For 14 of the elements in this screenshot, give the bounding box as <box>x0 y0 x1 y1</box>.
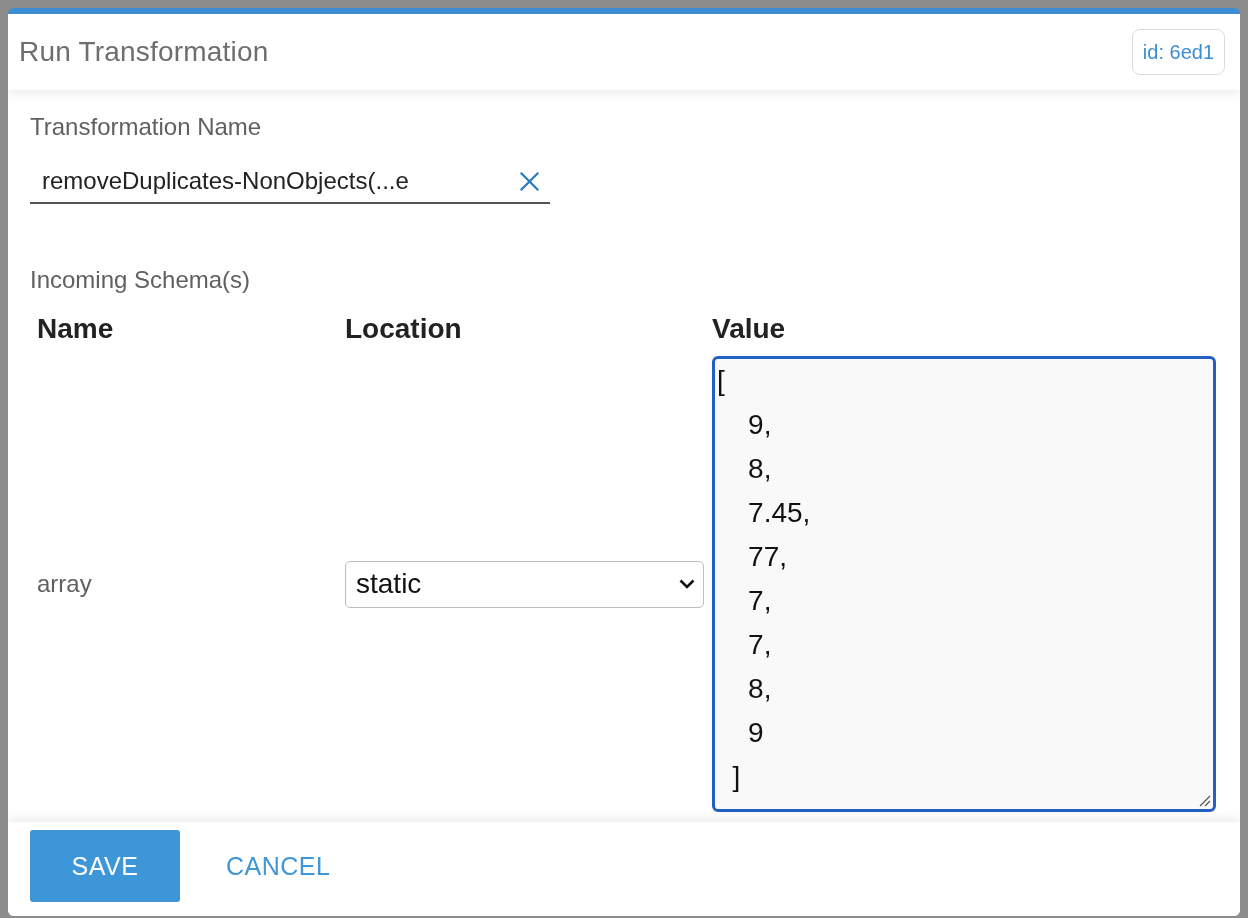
name-input-field[interactable]: removeDuplicates-NonObjects(...e <box>30 160 550 204</box>
column-header: Name <box>36 312 115 346</box>
section-label: Incoming Schema(s) <box>30 266 251 294</box>
field-label: Transformation Name <box>30 113 262 141</box>
chevron-down-icon <box>679 579 695 589</box>
column-header: Value <box>711 312 787 346</box>
dialog-title: Run Transformation <box>19 36 269 68</box>
column-header: Location <box>344 312 463 346</box>
location-select[interactable]: static <box>345 560 704 608</box>
schema-name: array <box>37 570 92 597</box>
resize-grip-icon[interactable] <box>1199 795 1211 807</box>
clear-icon[interactable] <box>519 170 540 192</box>
id-badge: id: 6ed1 <box>1131 29 1225 75</box>
value-textarea[interactable]: [ 9, 8, 7.45, 77, 7, 7, 8, 9 ] <box>712 356 1216 812</box>
